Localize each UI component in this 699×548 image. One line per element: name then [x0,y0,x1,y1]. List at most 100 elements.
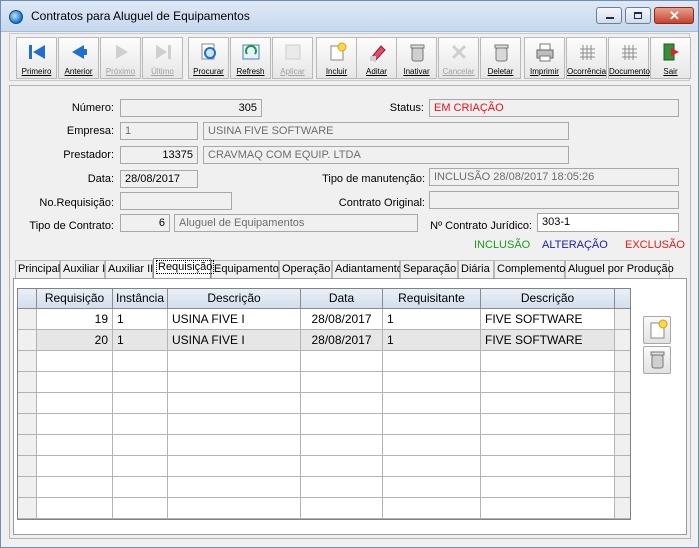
empty-cell[interactable] [37,414,113,435]
tab-principal[interactable]: Principal [15,260,60,278]
empty-cell[interactable] [301,477,383,498]
empty-cell[interactable] [113,414,168,435]
empty-cell[interactable] [37,372,113,393]
empty-cell[interactable] [113,435,168,456]
table-cell[interactable]: 19 [37,309,113,330]
row-selector[interactable] [18,393,37,414]
requisicao-field[interactable] [120,192,232,210]
empty-cell[interactable] [383,414,481,435]
table-cell[interactable]: 28/08/2017 [301,330,383,351]
requisition-grid[interactable]: Requisição Instância Descrição Data Requisit… [17,288,631,520]
tab-auxiliar-i[interactable]: Auxiliar I [60,260,105,278]
empty-cell[interactable] [37,477,113,498]
empty-cell[interactable] [168,393,301,414]
column-header[interactable]: Instância [113,289,168,309]
empty-cell[interactable] [301,498,383,519]
table-cell[interactable]: USINA FIVE I [168,330,301,351]
row-selector[interactable] [18,330,37,351]
empty-cell[interactable] [481,456,615,477]
tab-requisicao[interactable]: Requisição [153,258,215,278]
aditar-button[interactable]: Aditar [356,37,397,79]
empty-cell[interactable] [168,456,301,477]
empty-cell[interactable] [37,498,113,519]
empty-cell[interactable] [113,393,168,414]
tab-auxiliar-ii[interactable]: Auxiliar II [105,260,153,278]
maximize-button[interactable] [625,7,651,24]
empty-cell[interactable] [301,351,383,372]
tab-adiantamento[interactable]: Adiantamento [332,260,403,278]
ocorrencia-button[interactable]: Ocorrência [566,37,607,79]
numero-field[interactable]: 305 [120,99,262,117]
minimize-button[interactable] [596,7,622,24]
empty-cell[interactable] [37,435,113,456]
tab-complemento[interactable]: Complemento [494,260,565,278]
empty-cell[interactable] [168,351,301,372]
empty-cell[interactable] [481,414,615,435]
procurar-button[interactable]: Procurar [188,37,229,79]
row-selector[interactable] [18,456,37,477]
row-selector[interactable] [18,477,37,498]
empty-cell[interactable] [168,372,301,393]
anterior-button[interactable]: Anterior [58,37,99,79]
tab-operacao[interactable]: Operação [279,260,332,278]
empty-cell[interactable] [383,372,481,393]
empty-cell[interactable] [113,498,168,519]
empty-cell[interactable] [301,372,383,393]
empty-cell[interactable] [37,393,113,414]
empresa-code-field[interactable]: 1 [120,122,198,140]
primeiro-button[interactable]: Primeiro [16,37,57,79]
table-cell[interactable]: 1 [113,330,168,351]
table-cell[interactable]: 28/08/2017 [301,309,383,330]
empty-cell[interactable] [481,435,615,456]
contrato-juridico-field[interactable]: 303-1 [537,213,679,232]
empty-cell[interactable] [168,435,301,456]
empty-cell[interactable] [481,372,615,393]
row-selector[interactable] [18,414,37,435]
column-header[interactable]: Data [301,289,383,309]
inativar-button[interactable]: Inativar [396,37,437,79]
tab-separacao[interactable]: Separação [400,260,458,278]
empty-cell[interactable] [37,351,113,372]
table-cell[interactable]: 1 [383,309,481,330]
row-selector[interactable] [18,309,37,330]
table-cell[interactable]: 20 [37,330,113,351]
table-cell[interactable]: USINA FIVE I [168,309,301,330]
delete-requisition-button[interactable] [643,346,671,374]
row-selector[interactable] [18,435,37,456]
prestador-code-field[interactable]: 13375 [120,146,198,164]
add-requisition-button[interactable] [643,316,671,344]
empty-cell[interactable] [383,477,481,498]
row-selector[interactable] [18,351,37,372]
table-cell[interactable]: 1 [113,309,168,330]
empty-cell[interactable] [301,393,383,414]
data-field[interactable]: 28/08/2017 [120,170,198,188]
empty-cell[interactable] [383,498,481,519]
empty-cell[interactable] [37,456,113,477]
empty-cell[interactable] [481,351,615,372]
column-header[interactable]: Descrição [481,289,615,309]
contrato-original-field[interactable] [429,191,679,209]
cancelar-button[interactable]: Cancelar [438,37,479,79]
empty-cell[interactable] [301,456,383,477]
empty-cell[interactable] [113,456,168,477]
empty-cell[interactable] [113,372,168,393]
sair-button[interactable]: Sair [650,37,691,79]
documento-button[interactable]: Documento [608,37,650,79]
empty-cell[interactable] [383,435,481,456]
close-button[interactable]: ✕ [654,7,694,24]
empty-cell[interactable] [383,393,481,414]
empty-cell[interactable] [383,456,481,477]
tab-diaria[interactable]: Diária [458,260,494,278]
table-cell[interactable]: FIVE SOFTWARE [481,309,615,330]
empty-cell[interactable] [481,393,615,414]
empty-cell[interactable] [481,498,615,519]
row-selector[interactable] [18,372,37,393]
tab-equipamento[interactable]: Equipamento [211,260,279,278]
table-cell[interactable]: 1 [383,330,481,351]
refresh-button[interactable]: Refresh [230,37,271,79]
deletar-button[interactable]: Deletar [480,37,521,79]
ultimo-button[interactable]: Último [142,37,183,79]
column-header[interactable]: Requisitante [383,289,481,309]
empty-cell[interactable] [168,414,301,435]
tab-aluguel-por-producao[interactable]: Aluguel por Produção [565,260,674,278]
